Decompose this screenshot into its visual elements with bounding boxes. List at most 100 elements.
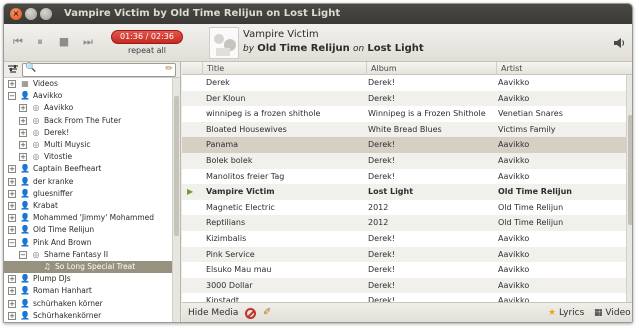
expand-icon[interactable]: +: [19, 141, 27, 149]
expand-icon[interactable]: +: [19, 128, 27, 137]
track-row[interactable]: 3000 Dollar Derek! Aavikko: [182, 277, 626, 294]
expand-icon[interactable]: +: [8, 177, 16, 186]
track-artist: Aavikko: [498, 234, 530, 243]
video-button[interactable]: ▦ Video: [594, 308, 631, 318]
track-title: Manolitos freier Tag: [206, 171, 285, 181]
album-cover[interactable]: [209, 27, 239, 59]
minimize-window-button[interactable]: [25, 8, 37, 20]
tree-item[interactable]: + ◎ Aavikko: [4, 102, 172, 114]
maximize-window-button[interactable]: [40, 8, 52, 20]
track-row[interactable]: Kizimbalis Derek! Aavikko: [182, 231, 626, 247]
track-row[interactable]: Panama Derek! Aavikko: [182, 137, 626, 153]
track-artist: Aavikko: [498, 249, 530, 259]
track-row[interactable]: Magnetic Electric 2012 Old Time Relijun: [182, 200, 626, 216]
expand-icon[interactable]: +: [8, 226, 16, 235]
tree-item[interactable]: − 👤 Aavikko: [4, 90, 172, 102]
expand-icon[interactable]: +: [8, 311, 16, 320]
time-display[interactable]: 01:36 / 02:36: [111, 30, 183, 44]
broom-icon[interactable]: ✐: [263, 307, 271, 318]
tree-item-label: Mohammed 'Jimmy' Mohammed: [33, 213, 155, 223]
track-album: Winnipeg is a Frozen Shithole: [368, 109, 486, 119]
track-row[interactable]: Reptilians 2012 Old Time Relijun: [182, 215, 626, 231]
tree-item[interactable]: + 👤 gluesniffer: [4, 188, 172, 200]
collapse-icon[interactable]: −: [19, 250, 27, 259]
disc-icon: ◎: [32, 140, 40, 149]
track-title: Vampire Victim: [206, 187, 275, 197]
expand-icon[interactable]: +: [8, 80, 16, 88]
expand-icon[interactable]: +: [8, 202, 16, 210]
track-row[interactable]: ▶ Vampire Victim Lost Light Old Time Reliju…: [182, 184, 626, 200]
filter-icon[interactable]: [7, 64, 19, 76]
repeat-mode-button[interactable]: repeat all: [111, 46, 183, 55]
track-row[interactable]: Der Kloun Derek! Aavikko: [182, 90, 626, 107]
pause-icon: ⏸: [37, 35, 43, 48]
column-header-album[interactable]: Album: [366, 62, 496, 75]
expand-icon[interactable]: +: [8, 189, 16, 198]
collapse-icon[interactable]: −: [8, 92, 16, 101]
film-icon: ▦: [594, 308, 603, 318]
tree-item[interactable]: + 👤 Krabat: [4, 200, 172, 212]
tree-item[interactable]: + 👤 Schürhakenkörner: [4, 310, 172, 322]
library-tree: + ▦ Videos − 👤 Aavikko + ◎ Aavikko + ◎ Back From Th…: [4, 78, 172, 322]
pause-button[interactable]: ⏸: [32, 34, 48, 50]
track-row[interactable]: Bolek bolek Derek! Aavikko: [182, 153, 626, 169]
expand-icon[interactable]: +: [8, 214, 16, 223]
tree-item[interactable]: + 👤 Mohammed 'Jimmy' Mohammed: [4, 212, 172, 224]
tree-item[interactable]: + ◎ Derek!: [4, 127, 172, 139]
tree-item[interactable]: + ◎ Multi Muysic: [4, 139, 172, 151]
tree-item[interactable]: + ▦ Videos: [4, 78, 172, 90]
stop-sign-icon[interactable]: [245, 308, 256, 319]
person-icon: 👤: [20, 237, 30, 247]
person-icon: 👤: [20, 225, 30, 235]
tree-item[interactable]: + 👤 Old Time Relijun: [4, 224, 172, 236]
tree-item-label: Videos: [33, 79, 58, 88]
lyrics-button[interactable]: ★ Lyrics: [548, 308, 584, 318]
collapse-icon[interactable]: −: [8, 238, 16, 247]
close-window-button[interactable]: ×: [10, 8, 22, 20]
library-search-input[interactable]: 🔍 ✏: [22, 63, 176, 77]
track-row[interactable]: Derek Derek! Aavikko: [182, 75, 626, 91]
expand-icon[interactable]: +: [8, 299, 16, 308]
tree-item[interactable]: + 👤 Captain Beefheart: [4, 163, 172, 175]
track-title: Magnetic Electric: [206, 202, 275, 212]
track-row[interactable]: Manolitos freier Tag Derek! Aavikko: [182, 169, 626, 185]
tree-item-label: Multi Muysic: [44, 140, 91, 149]
track-title: Reptilians: [206, 218, 246, 228]
track-album: Derek!: [368, 156, 395, 165]
person-icon: 👤: [20, 164, 30, 174]
tree-item[interactable]: − ◎ Shame Fantasy II: [4, 249, 172, 261]
track-album: Derek!: [368, 249, 395, 259]
tree-item-label: Krabat: [33, 201, 58, 210]
tree-item[interactable]: − 👤 Pink And Brown: [4, 237, 172, 249]
tree-item[interactable]: + 👤 Plump DJs: [4, 273, 172, 285]
tree-item[interactable]: ♫ So Long Special Treat: [4, 261, 172, 273]
column-header-title[interactable]: Title: [202, 62, 368, 75]
tree-item[interactable]: + 👤 schürhaken körner: [4, 298, 172, 310]
track-row[interactable]: Pink Service Derek! Aavikko: [182, 246, 626, 263]
search-icon: 🔍: [25, 63, 37, 73]
tree-item[interactable]: + ◎ Back From The Futer: [4, 115, 172, 127]
track-row[interactable]: winnipeg is a frozen shithole Winnipeg is…: [182, 106, 626, 122]
expand-icon[interactable]: +: [8, 275, 16, 284]
sidebar-scrollbar[interactable]: [172, 78, 180, 322]
tree-item[interactable]: + 👤 Roman Hanhart: [4, 285, 172, 297]
track-row[interactable]: Elsuko Mau mau Derek! Aavikko: [182, 262, 626, 278]
next-track-button[interactable]: ⏭: [80, 34, 96, 50]
track-row[interactable]: Bloated Housewives White Bread Blues Victi…: [182, 121, 626, 138]
expand-icon[interactable]: +: [8, 165, 16, 174]
clear-search-icon[interactable]: ✏: [165, 64, 173, 74]
volume-button[interactable]: [612, 36, 626, 50]
previous-track-button[interactable]: ⏮: [10, 34, 26, 50]
tree-item[interactable]: + 👤 der kranke: [4, 176, 172, 188]
track-list-scrollbar[interactable]: [626, 75, 632, 302]
column-indicator: [182, 62, 202, 75]
column-header-artist[interactable]: Artist: [496, 62, 626, 75]
expand-icon[interactable]: +: [19, 153, 27, 162]
stop-button[interactable]: ■: [56, 34, 72, 50]
tree-item[interactable]: + ◎ Vitostie: [4, 151, 172, 163]
hide-media-button[interactable]: Hide Media: [188, 308, 238, 318]
expand-icon[interactable]: +: [19, 104, 27, 113]
expand-icon[interactable]: +: [8, 287, 16, 296]
expand-icon[interactable]: +: [19, 116, 27, 125]
title-bar: × Vampire Victim by Old Time Relijun on …: [4, 4, 632, 24]
